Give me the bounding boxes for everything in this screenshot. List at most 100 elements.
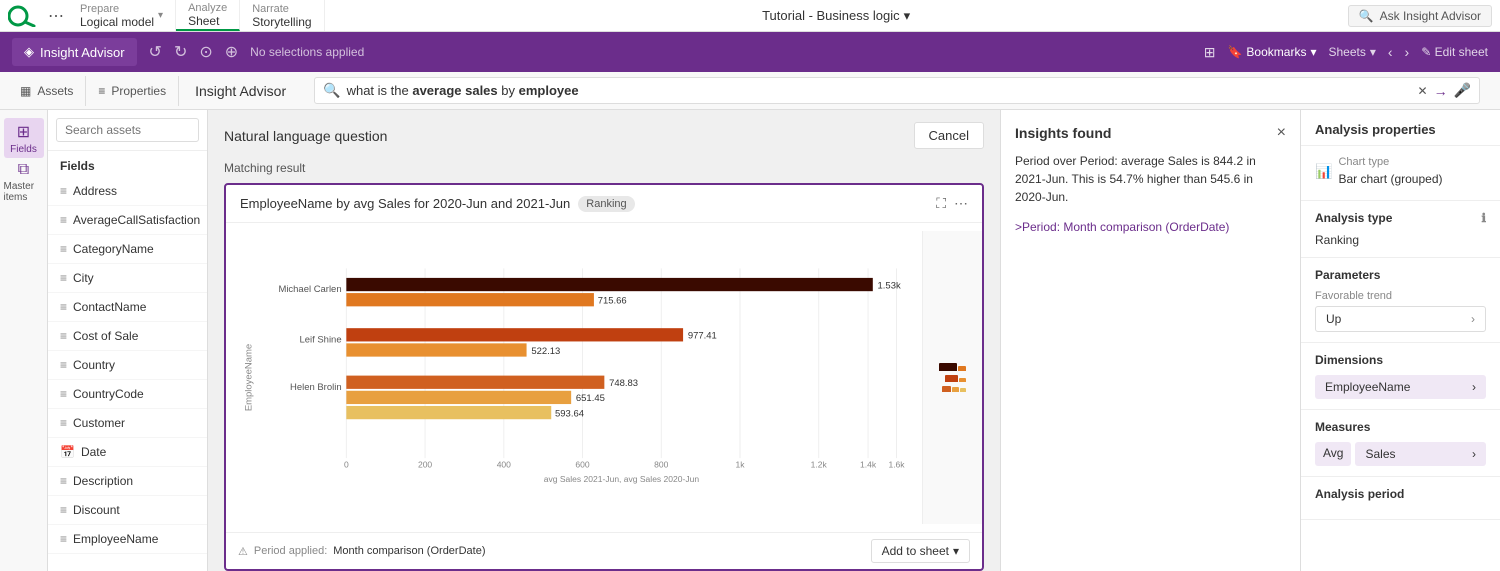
analysis-type-section: Analysis type ℹ Ranking (1301, 201, 1500, 258)
insights-panel: Insights found × Period over Period: ave… (1000, 110, 1300, 571)
search-container: 🔍 what is the average sales by employee … (314, 77, 1480, 104)
prev-sheet-icon[interactable]: ‹ (1388, 44, 1393, 60)
parameters-title: Parameters (1315, 268, 1486, 282)
svg-text:200: 200 (418, 460, 432, 470)
ask-advisor-button[interactable]: 🔍 Ask Insight Advisor (1348, 5, 1492, 27)
field-item-contactname[interactable]: ≡ ContactName (48, 293, 207, 322)
svg-text:1.4k: 1.4k (860, 460, 877, 470)
nlq-header: Natural language question Cancel (208, 110, 1000, 161)
chart-type-label: Chart type (1338, 156, 1442, 168)
svg-text:EmployeeName: EmployeeName (243, 344, 254, 411)
field-item-employeename[interactable]: ≡ EmployeeName (48, 525, 207, 554)
field-text-icon: ≡ (60, 213, 67, 227)
undo-icon[interactable]: ↺ (149, 42, 162, 62)
field-text-icon: ≡ (60, 184, 67, 198)
field-name-description: Description (73, 474, 133, 488)
insights-period-link[interactable]: >Period: Month comparison (OrderDate) (1015, 220, 1286, 234)
toolbar-icons: ↺ ↻ ⊙ ⊕ (149, 42, 239, 62)
sidebar-fields-button[interactable]: ⊞ Fields (4, 118, 44, 158)
redo-icon[interactable]: ↻ (174, 42, 187, 62)
svg-text:600: 600 (575, 460, 589, 470)
asset-toolbar: ▦ Assets ≡ Properties Insight Advisor 🔍 … (0, 72, 1500, 110)
prepare-section[interactable]: Prepare Logical model ▾ (68, 0, 176, 31)
dots-menu[interactable]: ⋯ (44, 6, 68, 26)
field-item-discount[interactable]: ≡ Discount (48, 496, 207, 525)
search-mic-button[interactable]: 🎤 (1454, 82, 1471, 99)
cancel-button[interactable]: Cancel (914, 122, 984, 149)
bar-chart-svg: EmployeeName Michael Carlen (242, 231, 906, 524)
field-name-contactname: ContactName (73, 300, 146, 314)
field-item-customer[interactable]: ≡ Customer (48, 409, 207, 438)
field-item-city[interactable]: ≡ City (48, 264, 207, 293)
prepare-chevron[interactable]: ▾ (158, 10, 163, 21)
measure-chip-avg[interactable]: Avg (1315, 442, 1351, 466)
favorable-trend-dropdown[interactable]: Up › (1315, 306, 1486, 332)
footer-period: Month comparison (OrderDate) (333, 545, 485, 557)
properties-tab[interactable]: ≡ Properties (86, 76, 179, 106)
next-sheet-icon[interactable]: › (1405, 44, 1410, 60)
field-text-icon: ≡ (60, 387, 67, 401)
insight-advisor-button[interactable]: ◈ Insight Advisor (12, 38, 137, 66)
insights-close-button[interactable]: × (1277, 124, 1286, 142)
field-item-categoryname[interactable]: ≡ CategoryName (48, 235, 207, 264)
field-item-averagecall[interactable]: ≡ AverageCallSatisfaction (48, 206, 207, 235)
masteritems-label: Master items (4, 181, 44, 203)
edit-sheet-button[interactable]: ✎ Edit sheet (1421, 45, 1488, 59)
field-item-date[interactable]: 📅 Date (48, 438, 207, 467)
mini-bar-light (952, 387, 959, 392)
warning-icon: ⚠ (238, 545, 248, 558)
sidebar-masteritems-button[interactable]: ⧉ Master items (4, 162, 44, 202)
fields-list: ≡ Address ≡ AverageCallSatisfaction ≡ Ca… (48, 177, 207, 571)
narrate-section[interactable]: Narrate Storytelling (240, 0, 324, 31)
footer-note: Period applied: (254, 545, 327, 557)
matching-result-label: Matching result (208, 161, 1000, 183)
field-item-country[interactable]: ≡ Country (48, 351, 207, 380)
chart-title: EmployeeName by avg Sales for 2020-Jun a… (240, 196, 570, 211)
qlik-logo (8, 5, 36, 27)
masteritems-icon: ⧉ (18, 161, 29, 179)
search-input-icon: 🔍 (323, 82, 340, 99)
field-text-icon: ≡ (60, 416, 67, 430)
dimensions-title: Dimensions (1315, 353, 1486, 367)
field-name-date: Date (81, 445, 106, 459)
grid-icon[interactable]: ⊞ (1204, 44, 1216, 61)
mini-bar-brown (942, 386, 951, 392)
dimension-chip-employeename[interactable]: EmployeeName › (1315, 375, 1486, 399)
svg-text:400: 400 (497, 460, 511, 470)
field-item-costofsale[interactable]: ≡ Cost of Sale (48, 322, 207, 351)
analyze-section[interactable]: Analyze Sheet (176, 0, 240, 31)
zoom-icon[interactable]: ⊕ (225, 42, 238, 62)
svg-text:1.53k: 1.53k (878, 280, 901, 291)
add-to-sheet-button[interactable]: Add to sheet ▾ (871, 539, 970, 563)
fields-search-input[interactable] (56, 118, 199, 142)
fields-icon: ⊞ (17, 122, 30, 142)
assets-tab[interactable]: ▦ Assets (8, 76, 86, 106)
measures-title: Measures (1315, 420, 1486, 434)
search-submit-button[interactable]: → (1434, 83, 1448, 99)
field-item-description[interactable]: ≡ Description (48, 467, 207, 496)
bookmarks-button[interactable]: 🔖 Bookmarks ▾ (1227, 45, 1316, 59)
more-options-icon[interactable]: ⋯ (954, 195, 968, 212)
chart-body: EmployeeName Michael Carlen (226, 223, 982, 532)
field-name-discount: Discount (73, 503, 120, 517)
dropdown-arrow-icon: ▾ (953, 544, 959, 558)
insights-header: Insights found × (1015, 124, 1286, 142)
analysis-type-value: Ranking (1315, 233, 1486, 247)
sheets-button[interactable]: Sheets ▾ (1328, 45, 1375, 59)
search-clear-button[interactable]: ✕ (1418, 84, 1428, 98)
insights-title: Insights found (1015, 125, 1111, 141)
nlq-title: Natural language question (224, 128, 387, 144)
field-name-costofsale: Cost of Sale (73, 329, 138, 343)
expand-icon[interactable]: ⛶ (936, 195, 946, 212)
app-title: Tutorial - Business logic ▾ (762, 8, 910, 24)
field-item-countrycode[interactable]: ≡ CountryCode (48, 380, 207, 409)
measure-chip-sales[interactable]: Sales › (1355, 442, 1486, 466)
insight-icon: ◈ (24, 44, 34, 60)
no-selections-text: No selections applied (250, 45, 364, 59)
mini-bar-amber (959, 378, 966, 382)
svg-text:800: 800 (654, 460, 668, 470)
narrate-label: Narrate (252, 3, 311, 15)
parameters-section: Parameters Favorable trend Up › (1301, 258, 1500, 343)
field-item-address[interactable]: ≡ Address (48, 177, 207, 206)
select-icon[interactable]: ⊙ (199, 42, 212, 62)
